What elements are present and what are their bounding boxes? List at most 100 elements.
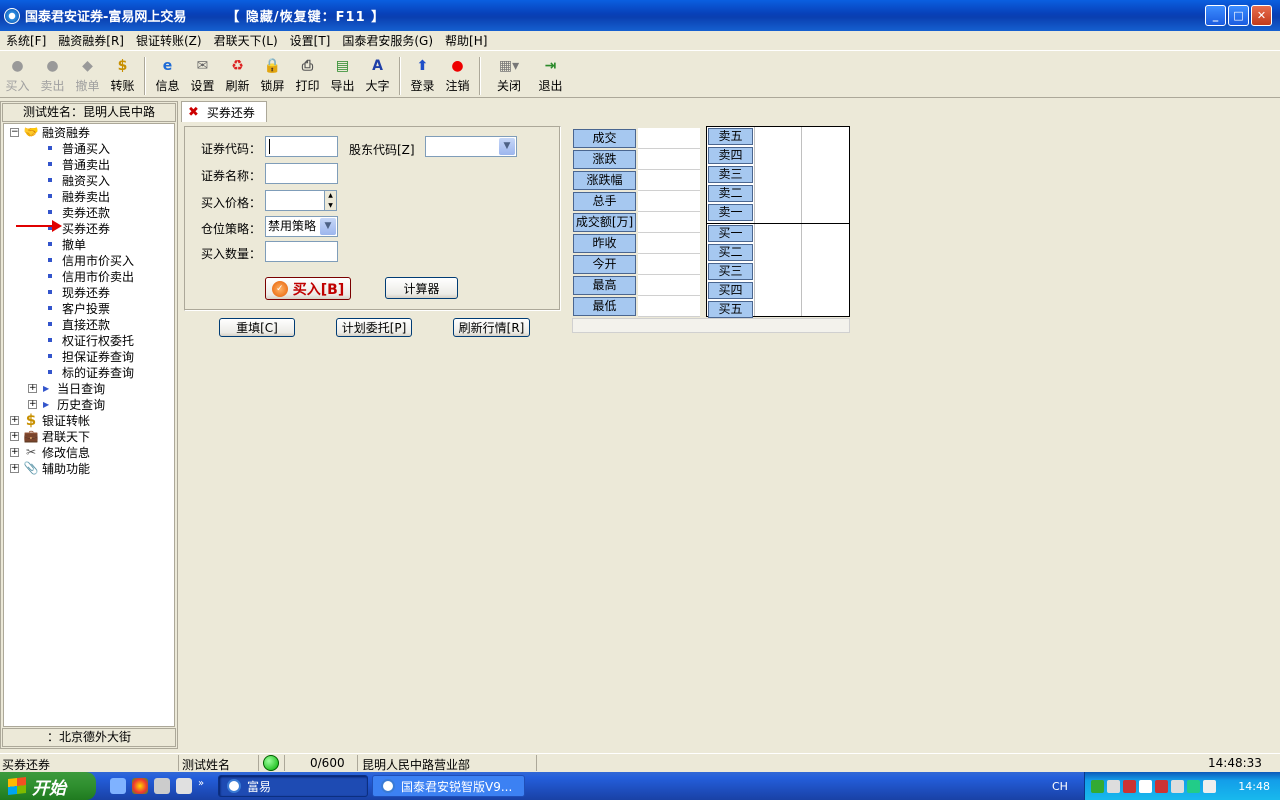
- menu-settings[interactable]: 设置[T]: [284, 32, 337, 49]
- tree-item[interactable]: 客户投票: [44, 300, 110, 316]
- quick-launch: »: [110, 778, 208, 794]
- tree-item[interactable]: 权证行权委托: [44, 332, 134, 348]
- tree-item[interactable]: 信用市价买入: [44, 252, 134, 268]
- tab-buy-return[interactable]: ✖ 买券还券: [181, 101, 267, 122]
- tray-icon[interactable]: [1187, 779, 1200, 793]
- toolbar-login[interactable]: ⬆ 登录: [405, 57, 440, 94]
- browser-icon[interactable]: [132, 778, 148, 794]
- expand-icon[interactable]: +: [28, 399, 37, 409]
- toolbar-sell[interactable]: ● 卖出: [35, 57, 70, 94]
- chevron-right-icon[interactable]: »: [198, 778, 208, 794]
- desktop-icon[interactable]: [110, 778, 126, 794]
- tree-group-bank-transfer[interactable]: + $ 银证转帐: [10, 411, 90, 429]
- toolbar-transfer[interactable]: $ 转账: [105, 57, 140, 94]
- minimize-button[interactable]: _: [1205, 5, 1226, 26]
- quote-row: 最高: [572, 275, 701, 296]
- tree-item[interactable]: 普通买入: [44, 140, 110, 156]
- maximize-button[interactable]: □: [1228, 5, 1249, 26]
- toolbar-cancel[interactable]: ◆ 撤单: [70, 57, 105, 94]
- tree-item[interactable]: 撤单: [44, 236, 86, 252]
- menu-bank-transfer[interactable]: 银证转账(Z): [130, 32, 208, 49]
- tray-icon[interactable]: [1155, 779, 1168, 793]
- tree-group-modify-info[interactable]: + ✂ 修改信息: [10, 444, 90, 460]
- shield-icon[interactable]: [154, 778, 170, 794]
- tray-icon[interactable]: [1203, 779, 1216, 793]
- refresh-quote-button[interactable]: 刷新行情[R]: [453, 318, 530, 337]
- toolbar-print[interactable]: ⎙ 打印: [290, 57, 325, 94]
- tray-icon[interactable]: [1171, 779, 1184, 793]
- toolbar-close[interactable]: ▦▾ 关闭: [485, 57, 533, 94]
- tree-item[interactable]: 普通卖出: [44, 156, 110, 172]
- toolbar-lock[interactable]: 🔒 锁屏: [255, 57, 290, 94]
- language-indicator[interactable]: CH: [1052, 780, 1068, 793]
- tray-icon[interactable]: [1139, 779, 1152, 793]
- expand-icon[interactable]: +: [28, 383, 37, 393]
- buy-button[interactable]: ✓ 买入[B]: [265, 277, 351, 300]
- tree-item[interactable]: 卖券还款: [44, 204, 110, 220]
- connection-status-icon: [263, 755, 279, 771]
- lock-icon: 🔒: [263, 58, 282, 74]
- tree-item[interactable]: 融券卖出: [44, 188, 110, 204]
- taskbar-task-gtja[interactable]: 国泰君安锐智版V9...: [372, 775, 525, 797]
- holder-code-select[interactable]: ▼: [425, 136, 517, 157]
- expand-icon[interactable]: +: [10, 447, 19, 457]
- window-titlebar[interactable]: 国泰君安证券-富易网上交易 【 隐藏/恢复键：F11 】 _ □ ✕: [0, 0, 1280, 31]
- plan-order-button[interactable]: 计划委托[P]: [336, 318, 412, 337]
- toolbar-info[interactable]: e 信息: [150, 57, 185, 94]
- menu-junlian[interactable]: 君联天下(L): [208, 32, 284, 49]
- refresh-icon: ♻: [231, 58, 244, 74]
- close-button[interactable]: ✕: [1251, 5, 1272, 26]
- window-title: 国泰君安证券-富易网上交易: [25, 10, 187, 25]
- toolbar-exit[interactable]: ⇥ 退出: [533, 57, 568, 94]
- toolbar-buy[interactable]: ● 买入: [0, 57, 35, 94]
- menu-help[interactable]: 帮助[H]: [439, 32, 493, 49]
- tree-item[interactable]: 信用市价卖出: [44, 268, 134, 284]
- menu-service[interactable]: 国泰君安服务(G): [336, 32, 439, 49]
- expand-icon[interactable]: +: [10, 463, 19, 473]
- tray-icon[interactable]: [1123, 779, 1136, 793]
- tray-icon[interactable]: [1091, 779, 1104, 793]
- quantity-input[interactable]: [265, 241, 338, 262]
- expand-icon[interactable]: +: [10, 415, 19, 425]
- tree-group-today-query[interactable]: + ▶ 当日查询: [28, 380, 105, 396]
- tree-item[interactable]: 融资买入: [44, 172, 110, 188]
- collapse-icon[interactable]: −: [10, 127, 19, 137]
- taskbar: 开始 » 富易 国泰君安锐智版V9... CH 14:48: [0, 772, 1280, 800]
- tree-item[interactable]: 标的证券查询: [44, 364, 134, 380]
- toolbar-bigfont[interactable]: A 大字: [360, 57, 395, 94]
- tree-group-junlian[interactable]: + 💼 君联天下: [10, 428, 90, 444]
- tree-item[interactable]: 直接还款: [44, 316, 110, 332]
- ask-row: 卖一: [707, 203, 849, 222]
- dollar-icon: $: [25, 411, 37, 429]
- tree-group-history-query[interactable]: + ▶ 历史查询: [28, 396, 105, 412]
- tray-icon[interactable]: [1107, 779, 1120, 793]
- reset-button[interactable]: 重填[C]: [219, 318, 295, 337]
- app-icon[interactable]: [176, 778, 192, 794]
- menu-system[interactable]: 系统[F]: [0, 32, 52, 49]
- taskbar-task-fuyi[interactable]: 富易: [218, 775, 368, 797]
- close-tab-icon[interactable]: ✖: [188, 105, 199, 120]
- price-stepper[interactable]: ▲ ▼: [324, 190, 337, 211]
- price-input[interactable]: ▲ ▼: [265, 190, 337, 211]
- quote-row: 昨收: [572, 233, 701, 254]
- menu-margin[interactable]: 融资融券[R]: [52, 32, 130, 49]
- start-button[interactable]: 开始: [0, 772, 96, 800]
- function-tree[interactable]: − 🤝 融资融券 普通买入 普通卖出 融资买入 融券卖出 卖券还款 买券还券 撤单 …: [3, 123, 175, 727]
- chevron-down-icon: ▼: [320, 218, 336, 235]
- toolbar-settings[interactable]: ✉ 设置: [185, 57, 220, 94]
- tree-item[interactable]: 现券还券: [44, 284, 110, 300]
- toolbar-export[interactable]: ▤ 导出: [325, 57, 360, 94]
- tree-group-auxiliary[interactable]: + 📎 辅助功能: [10, 460, 90, 476]
- security-code-input[interactable]: [265, 136, 338, 157]
- tools-icon: ✂: [25, 445, 37, 459]
- clock[interactable]: 14:48: [1238, 780, 1270, 793]
- expand-icon[interactable]: +: [10, 431, 19, 441]
- toolbar-logout[interactable]: ● 注销: [440, 57, 475, 94]
- toolbar-refresh[interactable]: ♻ 刷新: [220, 57, 255, 94]
- strategy-select[interactable]: 禁用策略 ▼: [265, 216, 338, 237]
- tree-root-margin[interactable]: − 🤝 融资融券: [10, 124, 90, 140]
- tree-item[interactable]: 担保证券查询: [44, 348, 134, 364]
- security-name-field[interactable]: [265, 163, 338, 184]
- calculator-button[interactable]: 计算器: [385, 277, 458, 299]
- quote-row: 今开: [572, 254, 701, 275]
